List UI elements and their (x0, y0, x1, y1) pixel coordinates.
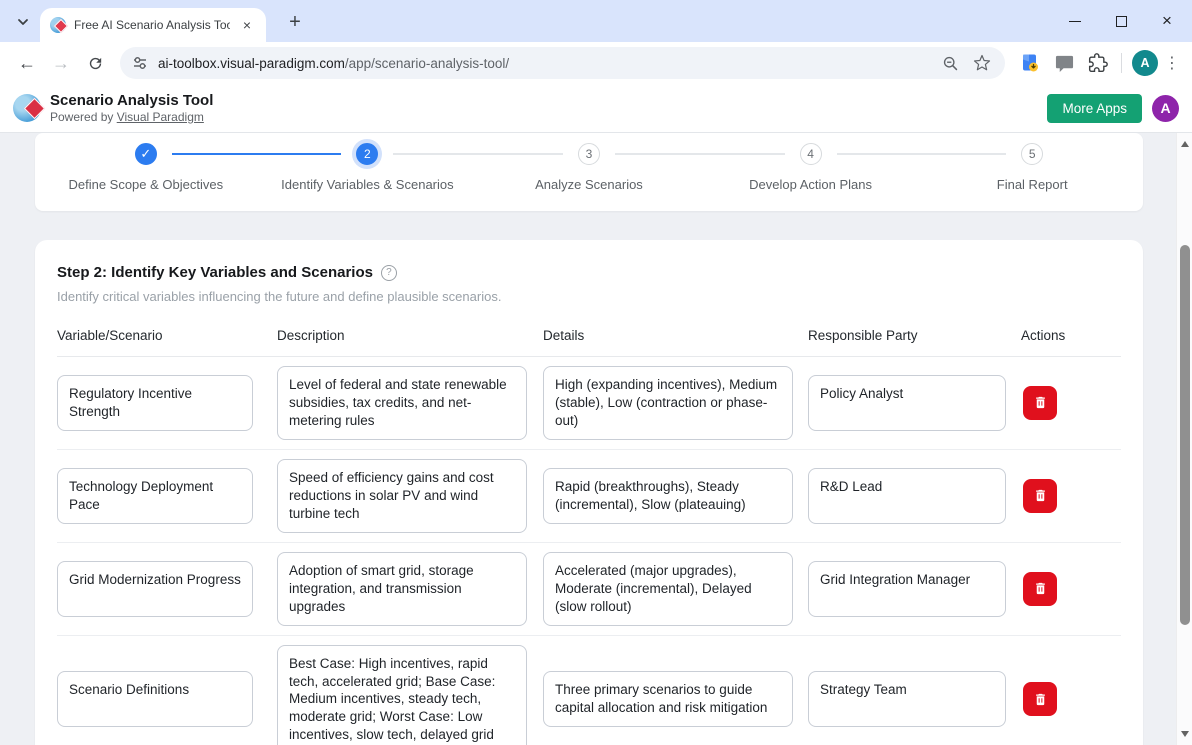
details-input[interactable]: Accelerated (major upgrades), Moderate (… (543, 552, 793, 626)
trash-icon (1033, 692, 1048, 707)
details-input[interactable]: Rapid (breakthroughs), Steady (increment… (543, 468, 793, 524)
table-body: Regulatory Incentive Strength Level of f… (57, 357, 1121, 745)
app-logo-icon (13, 94, 41, 122)
user-avatar[interactable]: A (1152, 95, 1179, 122)
reload-icon (87, 55, 104, 72)
column-header: Variable/Scenario (57, 328, 277, 343)
column-header: Details (543, 328, 808, 343)
tab-close-icon[interactable]: × (238, 16, 256, 34)
table-row: Grid Modernization Progress Adoption of … (57, 543, 1121, 636)
column-header: Responsible Party (808, 328, 1021, 343)
zoom-indicator-icon[interactable] (939, 52, 961, 74)
step-circle: 5 (1021, 143, 1043, 165)
address-bar[interactable]: ai-toolbox.visual-paradigm.com/app/scena… (120, 47, 1005, 79)
extensions-puzzle-icon[interactable] (1084, 49, 1112, 77)
step-label: Identify Variables & Scenarios (281, 177, 453, 192)
chevron-down-icon (16, 15, 30, 29)
browser-menu-icon[interactable]: ⋮ (1162, 53, 1182, 73)
stepper: ✓ Define Scope & Objectives 2 Identify V… (35, 133, 1143, 211)
step2-card: Step 2: Identify Key Variables and Scena… (35, 240, 1143, 745)
details-input[interactable]: High (expanding incentives), Medium (sta… (543, 366, 793, 440)
details-input[interactable]: Three primary scenarios to guide capital… (543, 671, 793, 727)
reload-button[interactable] (81, 49, 109, 77)
minimize-icon (1069, 21, 1081, 22)
table-header: Variable/ScenarioDescriptionDetailsRespo… (57, 328, 1121, 357)
description-input[interactable]: Speed of efficiency gains and cost reduc… (277, 459, 527, 533)
scroll-up-arrow-icon[interactable] (1181, 141, 1189, 147)
description-input[interactable]: Level of federal and state renewable sub… (277, 366, 527, 440)
step-connector (837, 153, 1007, 155)
powered-by: Powered by Visual Paradigm (50, 110, 213, 124)
trash-icon (1033, 581, 1048, 596)
column-header: Description (277, 328, 543, 343)
table-row: Technology Deployment Pace Speed of effi… (57, 450, 1121, 543)
variable-input[interactable]: Scenario Definitions (57, 671, 253, 727)
variable-input[interactable]: Technology Deployment Pace (57, 468, 253, 524)
window-controls: × (1066, 0, 1184, 42)
browser-tab[interactable]: Free AI Scenario Analysis Tool - × (40, 8, 266, 42)
url-text: ai-toolbox.visual-paradigm.com/app/scena… (158, 56, 509, 71)
step-circle: ✓ (135, 143, 157, 165)
site-header: Scenario Analysis Tool Powered by Visual… (0, 84, 1192, 133)
variable-input[interactable]: Grid Modernization Progress (57, 561, 253, 617)
step-circle: 2 (356, 143, 378, 165)
bookmark-star-icon[interactable] (971, 52, 993, 74)
party-input[interactable]: Policy Analyst (808, 375, 1006, 431)
trash-icon (1033, 395, 1048, 410)
table-row: Scenario Definitions Best Case: High inc… (57, 636, 1121, 745)
site-favicon-icon (50, 17, 66, 33)
step-subtitle: Identify critical variables influencing … (57, 289, 1121, 304)
delete-row-button[interactable] (1023, 386, 1057, 420)
step-connector (393, 153, 563, 155)
scrollbar-thumb[interactable] (1180, 245, 1190, 625)
step-label: Analyze Scenarios (535, 177, 643, 192)
page-content: ✓ Define Scope & Objectives 2 Identify V… (0, 133, 1192, 745)
browser-window: Free AI Scenario Analysis Tool - × + × ←… (0, 0, 1192, 745)
step-circle: 4 (800, 143, 822, 165)
table-row: Regulatory Incentive Strength Level of f… (57, 357, 1121, 450)
forward-button[interactable]: → (47, 49, 75, 77)
step-label: Develop Action Plans (749, 177, 872, 192)
description-input[interactable]: Best Case: High incentives, rapid tech, … (277, 645, 527, 745)
close-button[interactable]: × (1158, 12, 1176, 30)
minimize-button[interactable] (1066, 12, 1084, 30)
step-label: Final Report (997, 177, 1068, 192)
maximize-button[interactable] (1112, 12, 1130, 30)
variable-input[interactable]: Regulatory Incentive Strength (57, 375, 253, 431)
step-connector (172, 153, 342, 155)
more-apps-button[interactable]: More Apps (1047, 94, 1142, 123)
reading-extension-icon[interactable] (1016, 49, 1044, 77)
scroll-down-arrow-icon[interactable] (1181, 731, 1189, 737)
tab-title: Free AI Scenario Analysis Tool - (74, 18, 230, 32)
party-input[interactable]: Grid Integration Manager (808, 561, 1006, 617)
step-label: Define Scope & Objectives (68, 177, 223, 192)
party-input[interactable]: Strategy Team (808, 671, 1006, 727)
step-title: Step 2: Identify Key Variables and Scena… (57, 264, 373, 281)
tab-search-button[interactable] (10, 9, 36, 35)
delete-row-button[interactable] (1023, 479, 1057, 513)
delete-row-button[interactable] (1023, 682, 1057, 716)
party-input[interactable]: R&D Lead (808, 468, 1006, 524)
delete-row-button[interactable] (1023, 572, 1057, 606)
description-input[interactable]: Adoption of smart grid, storage integrat… (277, 552, 527, 626)
visual-paradigm-link[interactable]: Visual Paradigm (117, 110, 204, 124)
toolbar-divider (1121, 53, 1122, 73)
chat-extension-icon[interactable] (1050, 49, 1078, 77)
back-button[interactable]: ← (13, 49, 41, 77)
new-tab-button[interactable]: + (282, 9, 308, 35)
scrollbar[interactable] (1176, 133, 1192, 745)
step-circle: 3 (578, 143, 600, 165)
app-title: Scenario Analysis Tool (50, 92, 213, 110)
step-connector (615, 153, 785, 155)
help-icon[interactable]: ? (381, 265, 397, 281)
site-settings-icon[interactable] (132, 55, 148, 71)
browser-toolbar: ← → ai-toolbox.visual-paradigm.com/app/s… (0, 42, 1192, 84)
maximize-icon (1116, 16, 1127, 27)
column-header: Actions (1021, 328, 1121, 343)
browser-profile-avatar[interactable]: A (1132, 50, 1158, 76)
trash-icon (1033, 488, 1048, 503)
stepper-step-5[interactable]: 5 Final Report (921, 143, 1143, 211)
tab-strip: Free AI Scenario Analysis Tool - × + × (0, 0, 1192, 42)
app-title-block: Scenario Analysis Tool Powered by Visual… (50, 92, 213, 124)
